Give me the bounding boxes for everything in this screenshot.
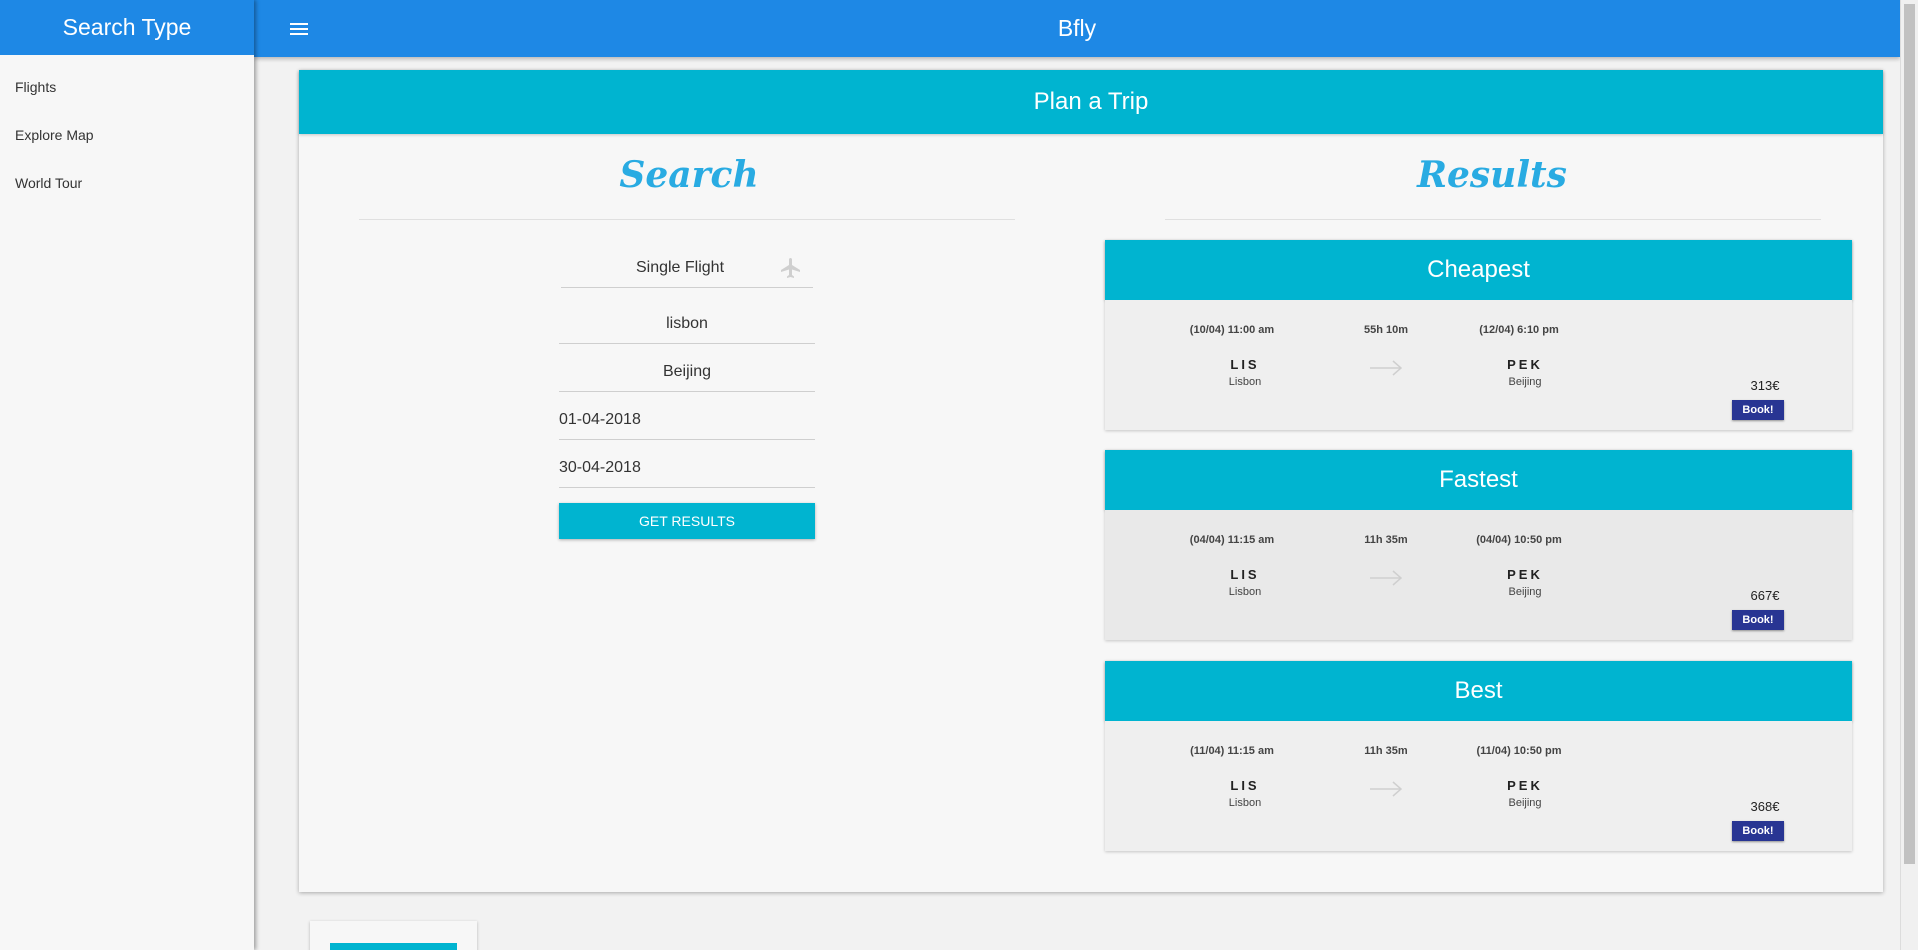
arrow-right-icon (1370, 570, 1403, 586)
result-card-cheapest: Cheapest (10/04) 11:00 am 55h 10m (12/04… (1105, 240, 1852, 430)
scrollbar-thumb[interactable] (1904, 4, 1915, 864)
arrow-right-icon (1370, 360, 1403, 376)
depart-time: (10/04) 11:00 am (1189, 324, 1275, 336)
price: 667€ (1750, 588, 1780, 603)
origin-field[interactable]: lisbon (559, 304, 815, 344)
result-title: Cheapest (1105, 240, 1852, 300)
result-body: (10/04) 11:00 am 55h 10m (12/04) 6:10 pm… (1105, 300, 1852, 430)
origin-city: Lisbon (1228, 797, 1262, 809)
origin-code: LIS (1230, 567, 1260, 582)
destination-field[interactable]: Beijing (559, 352, 815, 392)
flight-duration: 55h 10m (1363, 324, 1409, 336)
sidebar-list: Flights Explore Map World Tour (0, 55, 254, 207)
destination-city: Beijing (1508, 376, 1542, 388)
trip-type-value: Single Flight (635, 258, 725, 276)
depart-time: (04/04) 11:15 am (1189, 534, 1275, 546)
arrow-right-icon (1370, 781, 1403, 797)
origin-code: LIS (1230, 357, 1260, 372)
destination-city: Beijing (1508, 586, 1542, 598)
result-body: (04/04) 11:15 am 11h 35m (04/04) 10:50 p… (1105, 510, 1852, 640)
trip-type-select[interactable]: Single Flight (561, 248, 813, 288)
destination-city: Beijing (1508, 797, 1542, 809)
scrollbar[interactable] (1900, 0, 1918, 950)
secondary-card (310, 921, 477, 950)
depart-time: (11/04) 11:15 am (1190, 745, 1274, 757)
menu-icon[interactable] (290, 22, 316, 35)
get-results-button[interactable]: GET RESULTS (559, 503, 815, 539)
depart-date-field[interactable]: 01-04-2018 (559, 400, 815, 440)
plan-trip-header: Plan a Trip (299, 70, 1883, 134)
destination-code: PEK (1507, 567, 1543, 582)
plane-icon (781, 258, 800, 278)
results-divider (1165, 219, 1821, 220)
book-button[interactable]: Book! (1732, 610, 1784, 630)
results-title: Results (1417, 154, 1567, 196)
flight-duration: 11h 35m (1364, 745, 1408, 757)
return-date-field[interactable]: 30-04-2018 (559, 448, 815, 488)
arrive-time: (04/04) 10:50 pm (1476, 534, 1562, 546)
search-title: Search (619, 154, 759, 196)
book-button[interactable]: Book! (1732, 821, 1784, 841)
arrive-time: (11/04) 10:50 pm (1476, 745, 1562, 757)
result-card-best: Best (11/04) 11:15 am 11h 35m (11/04) 10… (1105, 661, 1852, 851)
origin-city: Lisbon (1228, 376, 1262, 388)
plan-trip-card: Plan a Trip Search Results Single Flight… (299, 70, 1883, 892)
sidebar-item-world-tour[interactable]: World Tour (0, 159, 254, 207)
destination-code: PEK (1507, 778, 1543, 793)
result-title: Best (1105, 661, 1852, 721)
price: 313€ (1750, 378, 1780, 393)
sidebar: Search Type Flights Explore Map World To… (0, 0, 254, 950)
sidebar-item-explore-map[interactable]: Explore Map (0, 111, 254, 159)
origin-code: LIS (1230, 778, 1260, 793)
secondary-card-header (330, 943, 457, 950)
flight-duration: 11h 35m (1364, 534, 1408, 546)
result-title: Fastest (1105, 450, 1852, 510)
origin-city: Lisbon (1228, 586, 1262, 598)
book-button[interactable]: Book! (1732, 400, 1784, 420)
search-divider (359, 219, 1015, 220)
app-title: Bfly (1057, 15, 1097, 41)
result-body: (11/04) 11:15 am 11h 35m (11/04) 10:50 p… (1105, 721, 1852, 851)
result-card-fastest: Fastest (04/04) 11:15 am 11h 35m (04/04)… (1105, 450, 1852, 640)
app-bar: Bfly (254, 0, 1900, 57)
price: 368€ (1750, 799, 1780, 814)
sidebar-item-flights[interactable]: Flights (0, 63, 254, 111)
destination-code: PEK (1507, 357, 1543, 372)
arrive-time: (12/04) 6:10 pm (1479, 324, 1559, 336)
sidebar-title: Search Type (0, 0, 254, 55)
